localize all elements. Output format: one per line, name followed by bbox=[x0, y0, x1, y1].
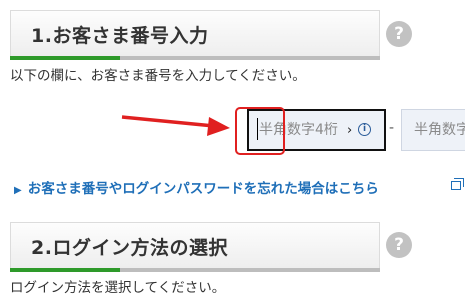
section-title: 2.ログイン方法の選択 bbox=[31, 237, 228, 259]
info-icon[interactable]: i bbox=[358, 123, 371, 136]
forgot-credentials-link[interactable]: ▶ お客さま番号やログインパスワードを忘れた場合はこちら bbox=[14, 177, 379, 197]
forgot-link-label: お客さま番号やログインパスワードを忘れた場合はこちら bbox=[27, 181, 379, 197]
link-bullet-icon: ▶ bbox=[14, 185, 22, 196]
header-accent-bar bbox=[10, 56, 120, 60]
header-accent-bar bbox=[10, 268, 120, 272]
annotation-highlight-box bbox=[235, 107, 285, 155]
help-icon[interactable]: ? bbox=[386, 232, 412, 258]
customer-number-field-2[interactable]: 半角数字 bbox=[401, 109, 465, 151]
section-description: ログイン方法を選択してください。 bbox=[10, 280, 226, 296]
section-header-login-method: 2.ログイン方法の選択 bbox=[10, 222, 380, 272]
external-window-icon bbox=[451, 178, 464, 190]
ime-mode-indicator: › bbox=[347, 123, 353, 138]
number-separator: - bbox=[389, 120, 395, 136]
